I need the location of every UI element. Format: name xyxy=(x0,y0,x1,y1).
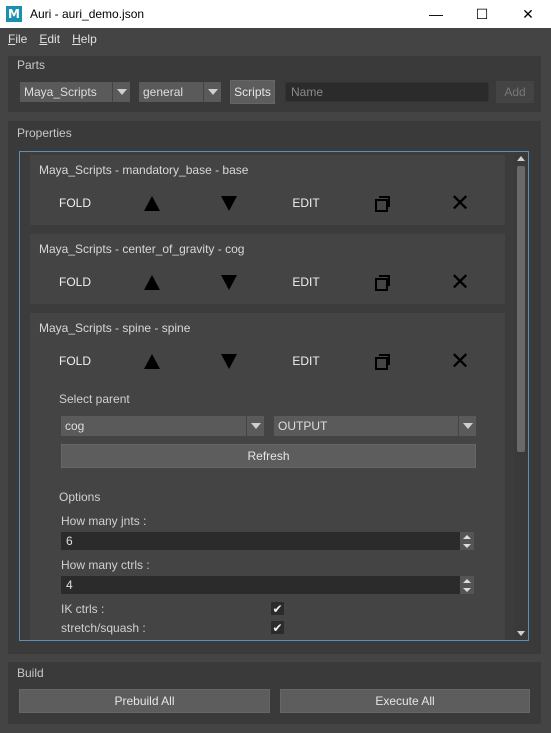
part-title: Maya_Scripts - center_of_gravity - cog xyxy=(39,242,245,256)
arrow-up-icon xyxy=(144,195,160,211)
part-controls: FOLD EDIT ✕ xyxy=(30,191,505,215)
part-controls: FOLD EDIT ✕ xyxy=(30,349,505,373)
part-title: Maya_Scripts - spine - spine xyxy=(39,321,191,335)
minimize-button[interactable]: — xyxy=(413,0,459,28)
move-down-button[interactable] xyxy=(219,270,239,294)
add-button[interactable]: Add xyxy=(496,81,534,103)
edit-button[interactable]: EDIT xyxy=(286,270,326,294)
menu-bar: File Edit Help xyxy=(0,28,551,50)
duplicate-button[interactable] xyxy=(372,191,392,215)
delete-button[interactable]: ✕ xyxy=(448,270,472,294)
part-block-cog: Maya_Scripts - center_of_gravity - cog F… xyxy=(30,234,505,304)
stretch-squash-checkbox[interactable]: ✔ xyxy=(271,621,284,635)
options-label: Options xyxy=(59,490,101,504)
output-select[interactable]: OUTPUT xyxy=(274,416,476,436)
part-controls: FOLD EDIT ✕ xyxy=(30,270,505,294)
duplicate-icon xyxy=(375,196,390,212)
scripts-button[interactable]: Scripts xyxy=(230,80,275,104)
move-down-button[interactable] xyxy=(219,191,239,215)
maximize-button[interactable]: ☐ xyxy=(459,0,505,28)
refresh-button[interactable]: Refresh xyxy=(61,444,476,468)
part-title: Maya_Scripts - mandatory_base - base xyxy=(39,163,249,177)
parent-select[interactable]: cog xyxy=(61,416,264,436)
ik-ctrls-checkbox[interactable]: ✔ xyxy=(271,602,284,616)
menu-help[interactable]: Help xyxy=(72,32,97,46)
ik-ctrls-label: IK ctrls : xyxy=(61,602,105,616)
delete-button[interactable]: ✕ xyxy=(448,349,472,373)
arrow-down-icon xyxy=(221,274,237,290)
chevron-down-icon xyxy=(246,416,264,436)
close-window-button[interactable]: ✕ xyxy=(505,0,551,28)
scroll-up-icon[interactable] xyxy=(517,156,525,161)
fold-button[interactable]: FOLD xyxy=(55,349,95,373)
edit-button[interactable]: EDIT xyxy=(286,349,326,373)
select-parent-label: Select parent xyxy=(59,392,130,406)
duplicate-icon xyxy=(375,275,390,291)
scroll-thumb[interactable] xyxy=(517,166,525,452)
part-block-base: Maya_Scripts - mandatory_base - base FOL… xyxy=(30,155,505,225)
jnts-spinbox[interactable]: 6 xyxy=(61,532,474,550)
spin-buttons[interactable] xyxy=(460,532,474,550)
duplicate-icon xyxy=(375,354,390,370)
edit-button[interactable]: EDIT xyxy=(286,191,326,215)
window-title: Auri - auri_demo.json xyxy=(30,7,145,21)
execute-all-button[interactable]: Execute All xyxy=(280,689,530,713)
move-up-button[interactable] xyxy=(142,270,162,294)
duplicate-button[interactable] xyxy=(372,270,392,294)
prebuild-all-button[interactable]: Prebuild All xyxy=(19,689,270,713)
category-select[interactable]: Maya_Scripts xyxy=(20,82,130,102)
maya-logo-icon: M xyxy=(6,6,22,22)
properties-label: Properties xyxy=(17,126,72,140)
type-select[interactable]: general xyxy=(139,82,221,102)
parts-label: Parts xyxy=(17,58,46,72)
name-input[interactable]: Name xyxy=(285,82,489,102)
duplicate-button[interactable] xyxy=(372,349,392,373)
scroll-down-icon[interactable] xyxy=(517,631,525,636)
jnts-label: How many jnts : xyxy=(61,514,147,528)
arrow-up-icon xyxy=(144,353,160,369)
vertical-scrollbar[interactable] xyxy=(514,152,528,640)
build-label: Build xyxy=(17,666,44,680)
spin-down-icon xyxy=(463,587,471,592)
arrow-down-icon xyxy=(221,195,237,211)
chevron-down-icon xyxy=(203,82,221,102)
part-block-spine: Maya_Scripts - spine - spine FOLD EDIT ✕… xyxy=(30,313,505,640)
ctrls-spinbox[interactable]: 4 xyxy=(61,576,474,594)
arrow-up-icon xyxy=(144,274,160,290)
menu-edit[interactable]: Edit xyxy=(39,32,60,46)
chevron-down-icon xyxy=(458,416,476,436)
spin-up-icon xyxy=(463,578,471,583)
move-up-button[interactable] xyxy=(142,191,162,215)
delete-button[interactable]: ✕ xyxy=(448,191,472,215)
stretch-squash-label: stretch/squash : xyxy=(61,621,146,635)
spin-buttons[interactable] xyxy=(460,576,474,594)
fold-button[interactable]: FOLD xyxy=(55,191,95,215)
spin-up-icon xyxy=(463,534,471,539)
move-down-button[interactable] xyxy=(219,349,239,373)
title-bar: M Auri - auri_demo.json — ☐ ✕ xyxy=(0,0,551,28)
move-up-button[interactable] xyxy=(142,349,162,373)
ctrls-label: How many ctrls : xyxy=(61,558,150,572)
chevron-down-icon xyxy=(112,82,130,102)
fold-button[interactable]: FOLD xyxy=(55,270,95,294)
arrow-down-icon xyxy=(221,353,237,369)
menu-file[interactable]: File xyxy=(8,32,27,46)
properties-scroll-area[interactable]: Maya_Scripts - mandatory_base - base FOL… xyxy=(19,151,529,641)
spin-down-icon xyxy=(463,543,471,548)
